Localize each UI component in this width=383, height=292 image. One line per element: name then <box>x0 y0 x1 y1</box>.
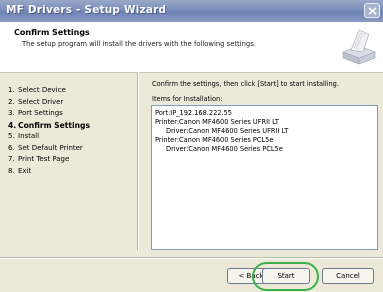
step-number: 5. <box>8 132 15 140</box>
vertical-divider <box>137 72 139 250</box>
items-label: Items for Installation: <box>152 95 223 103</box>
step-number: 6. <box>8 143 15 152</box>
step-item: 2. Select Driver <box>8 98 134 110</box>
cancel-button[interactable]: Cancel <box>322 268 374 284</box>
title-bar[interactable]: MF Drivers - Setup Wizard <box>0 0 383 22</box>
step-item: 8. Exit <box>8 167 134 179</box>
window-title: MF Drivers - Setup Wizard <box>6 4 167 16</box>
close-button[interactable] <box>364 3 380 18</box>
list-item: Printer:Canon MF4600 Series UFRII LT <box>155 118 279 126</box>
printer-setup-icon <box>342 29 376 65</box>
step-number: 4. <box>8 120 17 130</box>
step-label: Exit <box>18 166 32 175</box>
step-number: 1. <box>8 86 15 94</box>
list-item: Driver:Canon MF4600 Series PCL5e <box>166 145 283 153</box>
setup-wizard-window: MF Drivers - Setup Wizard Confirm Settin… <box>0 0 383 292</box>
wizard-header: Confirm Settings The setup program will … <box>0 22 383 73</box>
step-item: 1. Select Device <box>8 86 134 98</box>
step-item: 3. Port Settings <box>8 109 134 121</box>
installation-items-list[interactable]: Port:IP_192.168.222.55 Printer:Canon MF4… <box>151 105 378 250</box>
list-item: Driver:Canon MF4600 Series UFRII LT <box>166 127 289 135</box>
list-item: Printer:Canon MF4600 Series PCL5e <box>155 136 274 144</box>
header-subtitle: The setup program will install the drive… <box>22 40 256 48</box>
step-item: 5. Install <box>8 132 134 144</box>
step-item: 6. Set Default Printer <box>8 144 134 156</box>
step-label: Port Settings <box>18 109 63 117</box>
bottom-separator <box>0 257 383 259</box>
close-icon <box>368 7 377 15</box>
list-item: Port:IP_192.168.222.55 <box>155 109 232 117</box>
step-number: 7. <box>8 155 15 163</box>
step-number: 2. <box>8 97 15 106</box>
step-label: Set Default Printer <box>18 143 83 152</box>
start-highlight-ring <box>252 262 319 291</box>
instruction-text: Confirm the settings, then click [Start]… <box>152 80 339 88</box>
step-label: Confirm Settings <box>18 120 90 130</box>
step-label: Install <box>18 132 40 140</box>
step-item: 7. Print Test Page <box>8 155 134 167</box>
step-item-current: 4. Confirm Settings <box>8 121 134 133</box>
step-number: 3. <box>8 109 15 117</box>
step-number: 8. <box>8 166 15 175</box>
step-label: Print Test Page <box>18 155 70 163</box>
header-title: Confirm Settings <box>14 28 90 37</box>
step-label: Select Driver <box>18 97 64 106</box>
step-list: 1. Select Device 2. Select Driver 3. Por… <box>8 86 134 178</box>
step-label: Select Device <box>18 86 66 94</box>
